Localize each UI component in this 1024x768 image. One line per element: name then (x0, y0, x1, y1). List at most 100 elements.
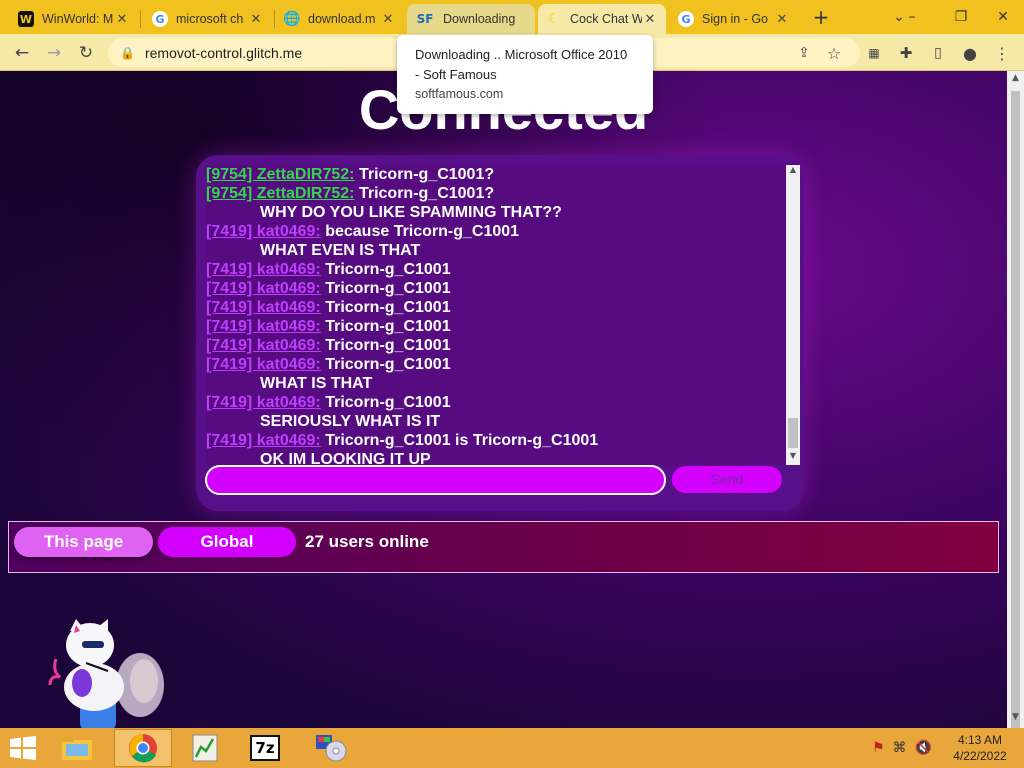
profile-avatar-icon[interactable]: ● (956, 39, 984, 67)
taskbar-clock[interactable]: 4:13 AM 4/22/2022 (944, 732, 1016, 764)
tab-title: Cock Chat W (570, 12, 642, 26)
close-icon[interactable]: ✕ (642, 12, 658, 27)
extension-icon[interactable]: ▦ (860, 39, 888, 67)
message-username-link[interactable]: [7419] kat0469: (206, 394, 321, 411)
share-icon[interactable]: ⇪ (790, 39, 818, 67)
chat-message: WHY DO YOU LIKE SPAMMING THAT?? (206, 203, 790, 222)
tab-download[interactable]: 🌐 download.m ✕ (276, 4, 404, 34)
chat-message: [7419] kat0469: Tricorn-g_C1001 (206, 317, 790, 336)
chat-message: [7419] kat0469: Tricorn-g_C1001 is Trico… (206, 431, 790, 450)
chat-message: WHAT IS THAT (206, 374, 790, 393)
global-button[interactable]: Global (158, 527, 296, 557)
message-username-link[interactable]: [7419] kat0469: (206, 318, 321, 335)
network-icon[interactable]: ⌘ (893, 740, 907, 756)
tab-sign-in[interactable]: G Sign in - Go ✕ (670, 4, 798, 34)
chat-log[interactable]: [9754] ZettaDIR752: Tricorn-g_C1001? [975… (206, 165, 790, 465)
mascot-character-image (48, 619, 164, 728)
message-text: Tricorn-g_C1001 (325, 299, 451, 316)
reload-icon[interactable]: ↻ (72, 39, 100, 67)
message-username-link[interactable]: [9754] ZettaDIR752: (206, 166, 355, 183)
close-icon[interactable]: ✕ (380, 12, 396, 27)
message-text: Tricorn-g_C1001 (325, 280, 451, 297)
message-username-link[interactable]: [7419] kat0469: (206, 356, 321, 373)
url-text: removot-control.glitch.me (144, 44, 303, 61)
message-username-link[interactable]: [7419] kat0469: (206, 299, 321, 316)
back-icon[interactable]: ← (8, 39, 36, 67)
tab-winworld[interactable]: W WinWorld: M ✕ (10, 4, 138, 34)
chat-message: [9754] ZettaDIR752: Tricorn-g_C1001? (206, 184, 790, 203)
action-center-flag-icon[interactable]: ⚑ (872, 740, 885, 756)
close-icon[interactable]: ✕ (248, 12, 264, 27)
chat-message: [7419] kat0469: Tricorn-g_C1001 (206, 279, 790, 298)
chrome-icon[interactable] (114, 729, 172, 767)
chat-scroll-thumb[interactable] (788, 418, 798, 448)
message-username-link[interactable]: [7419] kat0469: (206, 223, 321, 240)
message-text: Tricorn-g_C1001 (325, 318, 451, 335)
chat-message: WHAT EVEN IS THAT (206, 241, 790, 260)
7zip-label: 7z (250, 735, 280, 761)
system-tray: ⚑ ⌘ 🔇 (872, 728, 932, 768)
message-text: OK IM LOOKING IT UP (260, 451, 431, 465)
close-icon[interactable]: ✕ (114, 12, 130, 27)
tab-strip: W WinWorld: M ✕ G microsoft ch ✕ 🌐 downl… (0, 0, 1024, 34)
tab-title: Downloading (443, 12, 516, 26)
file-explorer-icon[interactable] (48, 729, 106, 767)
chat-message: [7419] kat0469: because Tricorn-g_C1001 (206, 222, 790, 241)
message-text: WHY DO YOU LIKE SPAMMING THAT?? (260, 204, 562, 221)
message-text: WHAT EVEN IS THAT (260, 242, 421, 259)
tab-hover-card: Downloading .. Microsoft Office 2010 - S… (397, 35, 653, 114)
tab-title: download.m (308, 12, 376, 26)
chat-message: [7419] kat0469: Tricorn-g_C1001 (206, 393, 790, 412)
message-text: WHAT IS THAT (260, 375, 373, 392)
chat-panel: [9754] ZettaDIR752: Tricorn-g_C1001? [975… (196, 155, 804, 511)
bookmark-star-icon[interactable]: ☆ (820, 39, 848, 67)
windows-start-icon[interactable] (8, 736, 38, 760)
message-username-link[interactable]: [7419] kat0469: (206, 337, 321, 354)
winworld-icon: W (18, 11, 34, 27)
tab-title: Sign in - Go (702, 12, 769, 26)
scroll-down-icon[interactable]: ▼ (1007, 712, 1024, 728)
forward-icon[interactable]: → (40, 39, 68, 67)
message-username-link[interactable]: [7419] kat0469: (206, 280, 321, 297)
chat-message: OK IM LOOKING IT UP (206, 450, 790, 465)
close-icon[interactable]: ✕ (774, 12, 790, 27)
tab-title: WinWorld: M (42, 12, 114, 26)
chat-scrollbar[interactable]: ▲ ▼ (786, 165, 800, 465)
new-tab-button[interactable]: + (804, 4, 838, 30)
message-text: SERIOUSLY WHAT IS IT (260, 413, 441, 430)
message-text: Tricorn-g_C1001 (325, 356, 451, 373)
tab-chat-active[interactable]: ☾ Cock Chat W ✕ (538, 4, 666, 34)
message-username-link[interactable]: [9754] ZettaDIR752: (206, 185, 355, 202)
chat-message: [7419] kat0469: Tricorn-g_C1001 (206, 355, 790, 374)
volume-muted-icon[interactable]: 🔇 (915, 740, 932, 756)
page-scrollbar[interactable]: ▲ ▼ (1007, 71, 1024, 731)
minimize-icon[interactable]: – (898, 4, 926, 30)
message-username-link[interactable]: [7419] kat0469: (206, 261, 321, 278)
side-panel-icon[interactable]: ▯ (924, 39, 952, 67)
chat-message-input[interactable] (205, 465, 666, 495)
scroll-up-icon[interactable]: ▲ (1007, 73, 1024, 89)
scroll-down-icon[interactable]: ▼ (786, 451, 800, 465)
menu-dots-icon[interactable]: ⋮ (988, 39, 1016, 67)
close-window-icon[interactable]: ✕ (986, 4, 1020, 30)
message-text: Tricorn-g_C1001 is Tricorn-g_C1001 (325, 432, 599, 449)
room-bar: This page Global 27 users online (8, 521, 999, 573)
clock-time: 4:13 AM (957, 733, 1003, 747)
media-app-icon[interactable] (302, 729, 360, 767)
page-scroll-thumb[interactable] (1011, 91, 1020, 731)
restore-icon[interactable]: ❐ (944, 4, 978, 30)
message-username-link[interactable]: [7419] kat0469: (206, 432, 321, 449)
send-button[interactable]: Send (672, 466, 782, 493)
tab-downloading[interactable]: SF Downloading (407, 4, 535, 34)
extensions-puzzle-icon[interactable]: ✚ (892, 39, 920, 67)
this-page-button[interactable]: This page (14, 527, 153, 557)
softfamous-icon: SF (416, 12, 434, 26)
scroll-up-icon[interactable]: ▲ (786, 165, 800, 179)
chat-message: SERIOUSLY WHAT IS IT (206, 412, 790, 431)
tab-microsoft-search[interactable]: G microsoft ch ✕ (144, 4, 272, 34)
message-text: because Tricorn-g_C1001 (325, 223, 520, 240)
message-text: Tricorn-g_C1001? (358, 166, 495, 183)
chart-app-icon[interactable] (176, 729, 234, 767)
7zip-icon[interactable]: 7z (236, 729, 294, 767)
chat-message: [7419] kat0469: Tricorn-g_C1001 (206, 260, 790, 279)
